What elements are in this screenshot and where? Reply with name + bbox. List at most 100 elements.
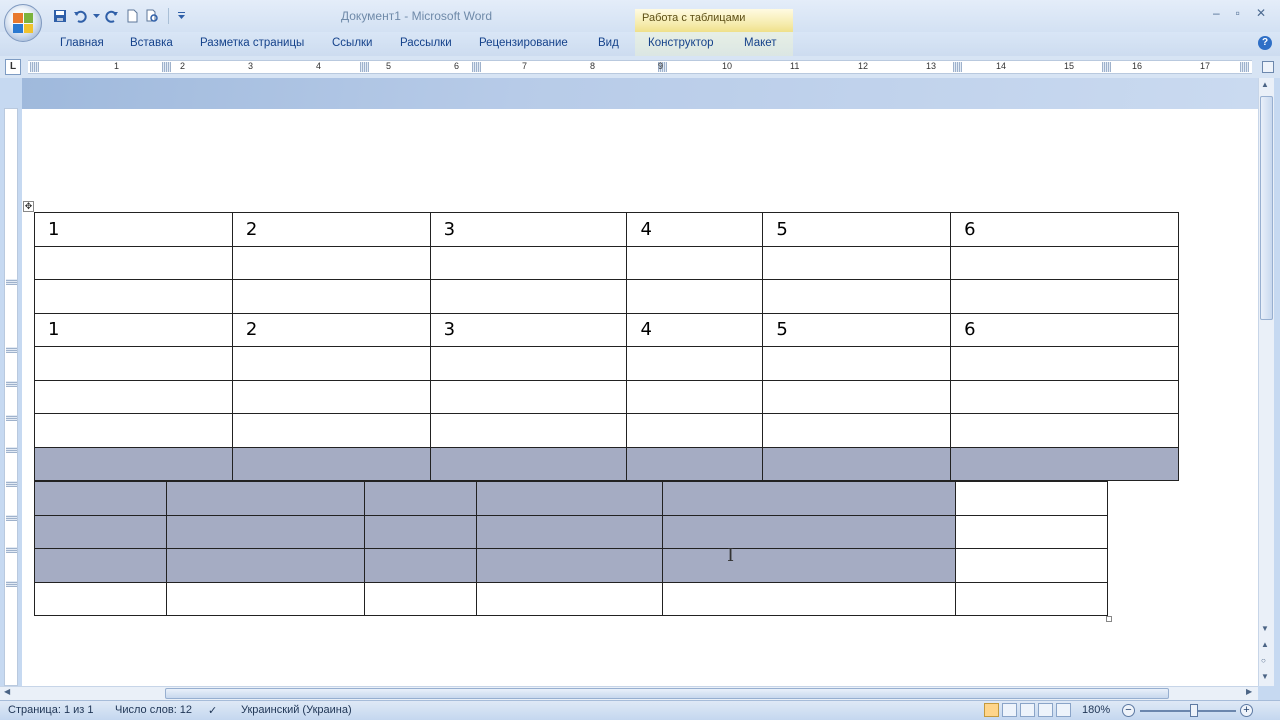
table-cell[interactable] (34, 481, 167, 516)
table-cell[interactable] (165, 548, 365, 583)
table-cell[interactable] (626, 446, 764, 481)
undo-icon[interactable] (72, 8, 88, 24)
zoom-slider-knob[interactable] (1190, 704, 1198, 717)
undo-dropdown-icon[interactable] (92, 8, 100, 24)
table-cell[interactable] (231, 379, 431, 414)
table-cell[interactable]: 1 (34, 312, 233, 347)
ruler-row-marker[interactable] (6, 279, 17, 285)
table-cell[interactable] (955, 481, 1108, 516)
ruler-column-marker[interactable] (1102, 62, 1111, 72)
table-cell[interactable]: 1 (34, 212, 233, 247)
tab-view[interactable]: Вид (598, 37, 619, 49)
table-cell[interactable] (34, 346, 233, 381)
horizontal-scrollbar[interactable]: ◀ ▶ (0, 686, 1258, 700)
table-cell[interactable] (950, 279, 1179, 314)
vertical-scrollbar[interactable]: ▲ ▼ ▲ ○ ▼ (1258, 78, 1274, 686)
table-cell[interactable] (429, 446, 628, 481)
previous-page-icon[interactable]: ▲ (1261, 640, 1269, 649)
ruler-row-marker[interactable] (6, 547, 17, 553)
scroll-up-icon[interactable]: ▲ (1261, 80, 1269, 89)
table-cell[interactable]: 2 (231, 212, 431, 247)
table-cell[interactable] (429, 279, 628, 314)
full-screen-reading-view-icon[interactable] (1002, 703, 1017, 717)
tab-layout[interactable]: Макет (744, 37, 777, 49)
table-cell[interactable] (429, 245, 628, 280)
table-cell[interactable] (762, 245, 952, 280)
tab-insert[interactable]: Вставка (130, 37, 173, 49)
table-cell[interactable] (34, 379, 233, 414)
horizontal-scroll-thumb[interactable] (165, 688, 1169, 699)
table-cell[interactable] (955, 514, 1108, 549)
table-cell[interactable] (34, 514, 167, 549)
table-cell[interactable]: 6 (950, 212, 1179, 247)
ruler-row-marker[interactable] (6, 415, 17, 421)
table-cell[interactable]: 5 (762, 212, 952, 247)
next-page-icon[interactable]: ▼ (1261, 672, 1269, 681)
redo-icon[interactable] (104, 8, 120, 24)
ruler-column-marker[interactable] (30, 62, 39, 72)
language-indicator[interactable]: Украинский (Украина) (241, 704, 352, 716)
table-cell[interactable] (363, 581, 477, 616)
table-cell[interactable] (231, 245, 431, 280)
maximize-icon[interactable]: ▫ (1236, 6, 1240, 20)
tab-stop-selector[interactable]: L (5, 59, 21, 75)
table-cell[interactable] (429, 379, 628, 414)
tab-page-layout[interactable]: Разметка страницы (200, 37, 304, 49)
scroll-right-icon[interactable]: ▶ (1246, 687, 1252, 696)
table-cell[interactable] (475, 548, 664, 583)
table-cell[interactable] (231, 346, 431, 381)
page-count[interactable]: Страница: 1 из 1 (8, 704, 94, 716)
web-layout-view-icon[interactable] (1020, 703, 1035, 717)
spelling-check-icon[interactable]: ✓ (208, 704, 217, 717)
tab-design[interactable]: Конструктор (648, 37, 714, 49)
table-cell[interactable] (950, 379, 1179, 414)
ruler-column-marker[interactable] (162, 62, 171, 72)
select-browse-object-icon[interactable]: ○ (1261, 656, 1266, 665)
ruler-row-marker[interactable] (6, 581, 17, 587)
table-cell[interactable] (429, 346, 628, 381)
table-cell[interactable] (231, 279, 431, 314)
table-cell[interactable] (950, 346, 1179, 381)
table-cell[interactable]: 4 (626, 312, 764, 347)
ruler-column-marker[interactable] (953, 62, 962, 72)
zoom-level[interactable]: 180% (1082, 704, 1110, 716)
save-icon[interactable] (52, 8, 68, 24)
table-cell[interactable] (662, 548, 957, 583)
table-cell[interactable]: 4 (626, 212, 764, 247)
zoom-out-icon[interactable]: − (1122, 704, 1135, 717)
table-cell[interactable] (950, 446, 1179, 481)
ruler-row-marker[interactable] (6, 381, 17, 387)
vertical-ruler[interactable] (4, 108, 18, 686)
table-cell[interactable]: 3 (429, 312, 628, 347)
scroll-down-icon[interactable]: ▼ (1261, 624, 1269, 633)
table-cell[interactable] (34, 279, 233, 314)
close-icon[interactable]: ✕ (1256, 6, 1266, 20)
new-document-icon[interactable] (124, 8, 140, 24)
vertical-scroll-thumb[interactable] (1260, 96, 1273, 320)
table-cell[interactable] (475, 581, 664, 616)
table-cell[interactable] (165, 514, 365, 549)
table-cell[interactable] (34, 413, 233, 448)
table-2[interactable] (34, 481, 1108, 616)
table-cell[interactable] (626, 413, 764, 448)
table-cell[interactable]: 2 (231, 312, 431, 347)
table-cell[interactable] (762, 379, 952, 414)
table-cell[interactable] (165, 581, 365, 616)
horizontal-ruler[interactable]: 1 2 3 4 5 6 7 8 9 10 11 12 13 14 15 16 1… (28, 60, 1252, 74)
table-cell[interactable] (955, 581, 1108, 616)
table-cell[interactable] (34, 446, 233, 481)
help-icon[interactable]: ? (1258, 36, 1272, 50)
tab-mailings[interactable]: Рассылки (400, 37, 452, 49)
ruler-row-marker[interactable] (6, 515, 17, 521)
tab-review[interactable]: Рецензирование (479, 37, 568, 49)
table-cell[interactable] (475, 514, 664, 549)
table-cell[interactable] (363, 481, 477, 516)
ruler-row-marker[interactable] (6, 481, 17, 487)
table-cell[interactable] (34, 581, 167, 616)
table-cell[interactable]: 3 (429, 212, 628, 247)
view-ruler-icon[interactable] (1262, 61, 1274, 73)
tab-references[interactable]: Ссылки (332, 37, 373, 49)
table-cell[interactable] (762, 446, 952, 481)
minimize-icon[interactable]: – (1213, 6, 1220, 20)
ruler-column-marker[interactable] (360, 62, 369, 72)
